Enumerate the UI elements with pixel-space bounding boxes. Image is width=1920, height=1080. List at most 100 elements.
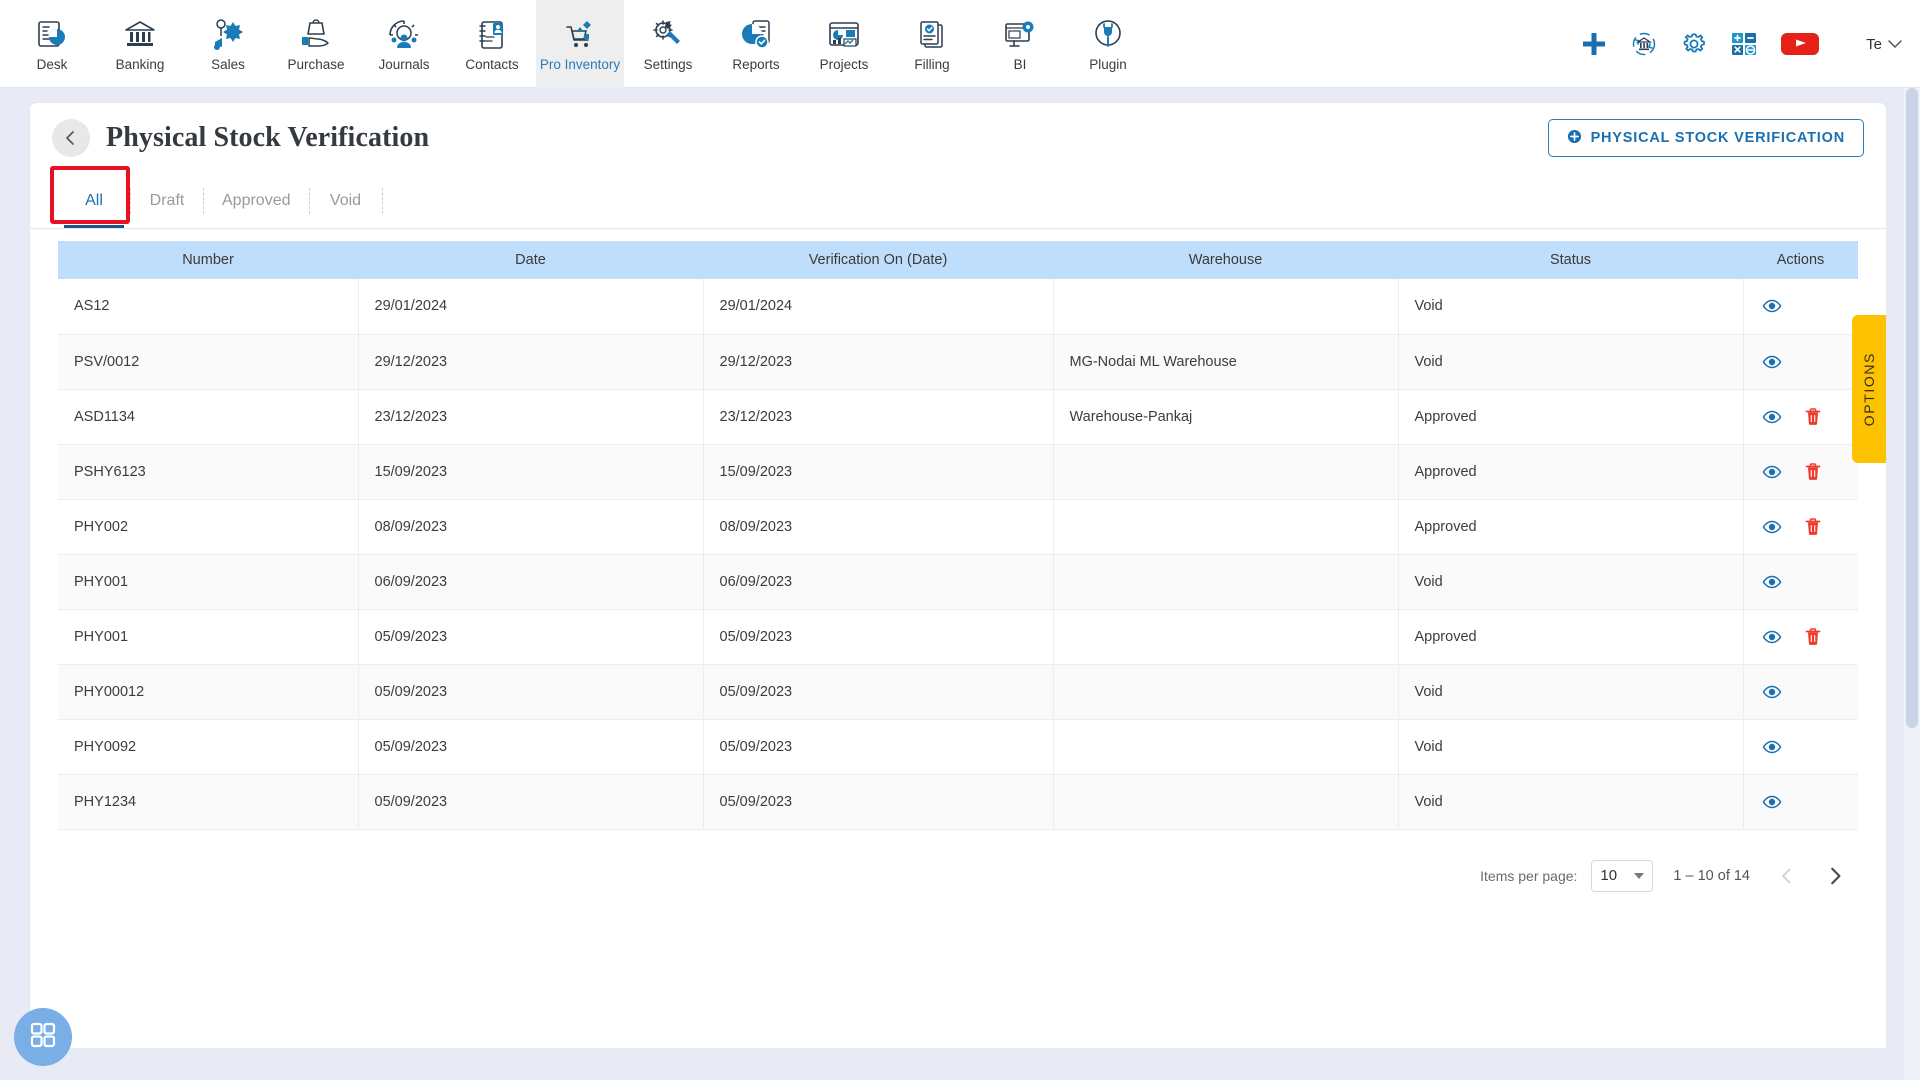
plus-circle-icon	[1567, 129, 1582, 148]
user-name-label: Te	[1866, 35, 1882, 53]
add-plus-icon[interactable]	[1580, 30, 1608, 58]
view-eye-icon[interactable]	[1762, 682, 1782, 702]
view-eye-icon[interactable]	[1762, 792, 1782, 812]
nav-item-sales[interactable]: Sales	[184, 0, 272, 88]
cell-verification-on: 05/09/2023	[703, 664, 1054, 720]
cell-warehouse: Warehouse-Pankaj	[1053, 389, 1399, 445]
cell-actions	[1743, 279, 1858, 335]
nav-item-filling[interactable]: Filling	[888, 0, 976, 88]
table-row[interactable]: PHY002 08/09/2023 08/09/2023 Approved	[58, 499, 1858, 555]
page-title: Physical Stock Verification	[106, 122, 430, 153]
nav-label: Purchase	[287, 57, 345, 73]
view-eye-icon[interactable]	[1762, 462, 1782, 482]
purchase-hand-bag-icon	[296, 15, 336, 55]
cell-status: Approved	[1398, 444, 1744, 500]
page-container: Physical Stock Verification PHYSICAL STO…	[30, 103, 1886, 1048]
nav-item-purchase[interactable]: Purchase	[272, 0, 360, 88]
column-header-warehouse[interactable]: Warehouse	[1053, 241, 1398, 279]
apps-grid-fab[interactable]	[14, 1008, 72, 1066]
column-header-date[interactable]: Date	[358, 241, 703, 279]
table-row[interactable]: PHY001 05/09/2023 05/09/2023 Approved	[58, 609, 1858, 665]
view-eye-icon[interactable]	[1762, 737, 1782, 757]
column-header-verification-on[interactable]: Verification On (Date)	[703, 241, 1053, 279]
bank-sync-icon[interactable]	[1630, 30, 1658, 58]
items-per-page-label: Items per page:	[1480, 867, 1578, 884]
nav-item-banking[interactable]: Banking	[96, 0, 184, 88]
nav-label: Reports	[732, 57, 780, 73]
options-side-tab[interactable]: OPTIONS	[1852, 315, 1886, 463]
nav-item-contacts[interactable]: Contacts	[448, 0, 536, 88]
view-eye-icon[interactable]	[1762, 517, 1782, 537]
nav-item-projects[interactable]: Projects	[800, 0, 888, 88]
nav-label: Desk	[36, 57, 68, 73]
cell-status: Approved	[1398, 389, 1744, 445]
delete-trash-icon[interactable]	[1804, 462, 1822, 482]
cell-status: Void	[1398, 719, 1744, 775]
calculator-icon[interactable]	[1730, 30, 1758, 58]
column-header-actions: Actions	[1743, 241, 1858, 279]
next-page-button[interactable]	[1818, 859, 1852, 893]
delete-trash-icon[interactable]	[1804, 517, 1822, 537]
nav-item-desk[interactable]: Desk	[8, 0, 96, 88]
cell-warehouse	[1053, 609, 1399, 665]
new-physical-stock-verification-button[interactable]: PHYSICAL STOCK VERIFICATION	[1547, 119, 1864, 157]
nav-item-plugin[interactable]: Plugin	[1064, 0, 1152, 88]
previous-page-button[interactable]	[1770, 859, 1804, 893]
cell-date: 05/09/2023	[358, 719, 704, 775]
table-row[interactable]: PHY1234 05/09/2023 05/09/2023 Void	[58, 774, 1858, 830]
button-label: PHYSICAL STOCK VERIFICATION	[1590, 130, 1845, 146]
table-row[interactable]: ASD1134 23/12/2023 23/12/2023 Warehouse-Pan…	[58, 389, 1858, 445]
cell-number: PSV/0012	[58, 334, 359, 390]
view-eye-icon[interactable]	[1762, 296, 1782, 316]
delete-trash-icon[interactable]	[1804, 407, 1822, 427]
cell-actions	[1743, 774, 1858, 830]
filling-documents-icon	[912, 15, 952, 55]
cell-date: 05/09/2023	[358, 664, 704, 720]
cell-actions	[1743, 554, 1858, 610]
back-button[interactable]	[52, 119, 90, 157]
cell-warehouse	[1053, 499, 1399, 555]
nav-label: Banking	[115, 57, 165, 73]
cell-number: ASD1134	[58, 389, 359, 445]
tab-approved[interactable]: Approved	[204, 173, 309, 228]
cell-status: Void	[1398, 334, 1744, 390]
delete-trash-icon[interactable]	[1804, 627, 1822, 647]
nav-label: Plugin	[1089, 57, 1127, 73]
column-header-number[interactable]: Number	[58, 241, 358, 279]
nav-item-pro-inventory[interactable]: Pro Inventory	[536, 0, 624, 88]
scrollbar-thumb[interactable]	[1906, 88, 1918, 728]
settings-gear-wrench-icon	[648, 15, 688, 55]
tab-all[interactable]: All	[58, 173, 130, 228]
nav-item-bi[interactable]: BI	[976, 0, 1064, 88]
table-row[interactable]: PHY0092 05/09/2023 05/09/2023 Void	[58, 719, 1858, 775]
cell-warehouse	[1053, 664, 1399, 720]
nav-label: Projects	[819, 57, 869, 73]
view-eye-icon[interactable]	[1762, 352, 1782, 372]
nav-item-settings[interactable]: Settings	[624, 0, 712, 88]
chevron-right-icon	[1831, 867, 1841, 884]
nav-item-reports[interactable]: Reports	[712, 0, 800, 88]
nav-item-journals[interactable]: Journals	[360, 0, 448, 88]
table-row[interactable]: PSHY6123 15/09/2023 15/09/2023 Approved	[58, 444, 1858, 500]
view-eye-icon[interactable]	[1762, 572, 1782, 592]
desk-dashboard-icon	[32, 15, 72, 55]
items-per-page-select[interactable]: 10	[1591, 859, 1654, 892]
table-row[interactable]: PHY001 06/09/2023 06/09/2023 Void	[58, 554, 1858, 610]
bi-monitor-gear-icon	[1000, 15, 1040, 55]
view-eye-icon[interactable]	[1762, 627, 1782, 647]
tab-draft[interactable]: Draft	[131, 173, 203, 228]
page-scrollbar[interactable]	[1904, 88, 1920, 1080]
youtube-icon[interactable]	[1780, 30, 1820, 58]
tab-void[interactable]: Void	[310, 173, 382, 228]
nav-label: Settings	[643, 57, 693, 73]
cell-verification-on: 15/09/2023	[703, 444, 1054, 500]
user-menu[interactable]: Te	[1866, 36, 1902, 53]
column-header-status[interactable]: Status	[1398, 241, 1743, 279]
table-row[interactable]: PHY00012 05/09/2023 05/09/2023 Void	[58, 664, 1858, 720]
cell-date: 06/09/2023	[358, 554, 704, 610]
view-eye-icon[interactable]	[1762, 407, 1782, 427]
table-row[interactable]: AS12 29/01/2024 29/01/2024 Void	[58, 279, 1858, 335]
cell-verification-on: 05/09/2023	[703, 774, 1054, 830]
table-row[interactable]: PSV/0012 29/12/2023 29/12/2023 MG-Nodai ML …	[58, 334, 1858, 390]
settings-gear-icon[interactable]	[1680, 30, 1708, 58]
